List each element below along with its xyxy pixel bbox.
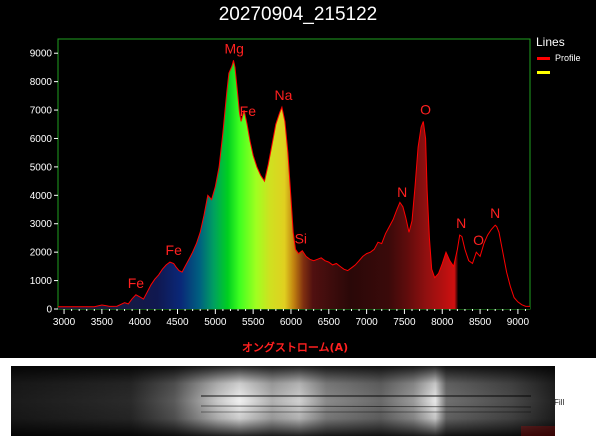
y-tick-label: 6000: [30, 134, 53, 145]
legend-swatch-red: [537, 56, 550, 60]
element-annotation: N: [490, 205, 500, 221]
x-tick-label: 3500: [91, 317, 114, 328]
element-annotation: Na: [274, 87, 292, 103]
spectrum-window: 20270904_215122 0 1000 2000 3000 4000 50…: [0, 0, 596, 358]
legend-item-yellow[interactable]: [537, 65, 555, 79]
strip-red-tint: [521, 426, 555, 436]
legend-title: Lines: [536, 35, 565, 49]
x-tick-label: 6000: [280, 317, 303, 328]
y-tick-label: 5000: [30, 162, 53, 173]
x-tick-label: 9000: [507, 317, 530, 328]
element-annotation: O: [420, 101, 431, 117]
profile-area-fill: [58, 60, 530, 309]
element-annotation: Fe: [166, 242, 183, 258]
x-tick-label: 4500: [166, 317, 189, 328]
x-tick-label: 5500: [242, 317, 265, 328]
x-tick-label: 5000: [204, 317, 227, 328]
element-annotation: Fe: [128, 275, 145, 291]
legend-item-profile[interactable]: Profile: [537, 51, 581, 65]
x-tick-label: 7500: [393, 317, 416, 328]
element-annotation: Si: [295, 231, 307, 247]
y-tick-label: 1000: [30, 276, 53, 287]
spectrum-strip-svg: [11, 366, 555, 436]
x-tick-label: 4000: [129, 317, 152, 328]
spectrum-chart: 0 1000 2000 3000 4000 5000 6000 7000 8000 9000 300…: [30, 38, 531, 354]
x-tick-label: 8500: [469, 317, 492, 328]
y-tick-label: 9000: [30, 49, 53, 60]
element-annotation: N: [456, 215, 466, 231]
y-tick-label: 3000: [30, 219, 53, 230]
element-annotation: N: [397, 184, 407, 200]
spectrum-image-strip: [11, 366, 555, 436]
annotation-layer: FeFeMgFeNaSiNONON: [128, 40, 501, 290]
x-tick-label: 7000: [355, 317, 378, 328]
legend-swatch-yellow: [537, 70, 550, 74]
y-tick-label: 8000: [30, 77, 53, 88]
x-tick-label: 3000: [53, 317, 76, 328]
y-tick-label: 0: [46, 305, 52, 316]
fill-label: Fill: [554, 398, 565, 407]
area-layer: [58, 60, 531, 309]
element-annotation: O: [473, 232, 484, 248]
x-tick-label: 8000: [431, 317, 454, 328]
y-tick-label: 4000: [30, 191, 53, 202]
x-axis-label: オングストローム(A): [242, 340, 348, 354]
legend-label: Profile: [555, 53, 581, 63]
x-tick-label: 6500: [318, 317, 341, 328]
y-tick-label: 7000: [30, 106, 53, 117]
element-annotation: Mg: [225, 40, 244, 56]
element-annotation: Fe: [240, 103, 257, 119]
y-tick-label: 2000: [30, 248, 53, 259]
strip-vignette: [11, 366, 555, 436]
